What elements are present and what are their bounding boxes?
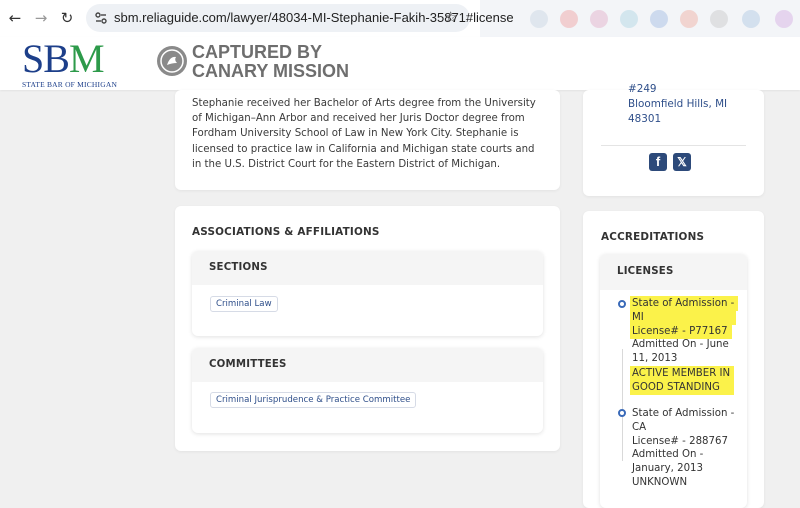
sections-title: SECTIONS bbox=[192, 251, 543, 285]
admitted-on: Admitted On - June bbox=[632, 339, 729, 351]
canary-mission-watermark-icon bbox=[157, 46, 187, 76]
extension-icon[interactable] bbox=[560, 10, 578, 28]
timeline-dot bbox=[618, 409, 626, 417]
associations-card: ASSOCIATIONS & AFFILIATIONS SECTIONS Cri… bbox=[175, 206, 560, 451]
committees-card: COMMITTEES Criminal Jurisprudence & Prac… bbox=[192, 348, 543, 433]
canary-mission-watermark: CAPTURED BY CANARY MISSION bbox=[192, 42, 350, 81]
logo-subtitle: STATE BAR OF MICHIGAN bbox=[22, 80, 118, 89]
forward-button[interactable]: → bbox=[32, 9, 50, 27]
extension-icon[interactable] bbox=[775, 10, 793, 28]
x-twitter-icon[interactable]: 𝕏 bbox=[673, 153, 691, 171]
address: #249 Bloomfield Hills, MI 48301 bbox=[628, 83, 728, 125]
licenses-card: LICENSES State of Admission - MI License… bbox=[600, 254, 747, 508]
facebook-icon[interactable]: f bbox=[649, 153, 667, 171]
toolbar-extensions-area bbox=[480, 0, 800, 37]
bio-text: Stephanie received her Bachelor of Arts … bbox=[192, 98, 536, 170]
license-status-2: GOOD STANDING bbox=[630, 379, 734, 395]
logo-m: M bbox=[68, 36, 105, 81]
browser-toolbar: ← → ↻ sbm.reliaguide.com/lawyer/48034-MI… bbox=[0, 0, 800, 37]
committee-tag[interactable]: Criminal Jurisprudence & Practice Commit… bbox=[210, 392, 417, 408]
license-ca: State of Admission - CA License# - 28876… bbox=[632, 407, 734, 490]
licenses-title: LICENSES bbox=[600, 254, 747, 290]
extension-icon[interactable] bbox=[620, 10, 638, 28]
extension-icon[interactable] bbox=[680, 10, 698, 28]
extension-icon[interactable] bbox=[590, 10, 608, 28]
reload-button[interactable]: ↻ bbox=[58, 9, 76, 27]
committees-title: COMMITTEES bbox=[192, 348, 543, 382]
site-settings-icon[interactable] bbox=[94, 11, 108, 25]
extension-icon[interactable] bbox=[530, 10, 548, 28]
extension-icon[interactable] bbox=[742, 10, 760, 28]
license-status: ACTIVE MEMBER IN bbox=[630, 365, 735, 381]
admitted-date: 11, 2013 bbox=[632, 353, 678, 365]
accreditations-title: ACCREDITATIONS bbox=[601, 231, 705, 243]
license-number: License# - 288767 bbox=[632, 435, 728, 447]
license-status: UNKNOWN bbox=[632, 476, 688, 488]
accreditations-card: ACCREDITATIONS LICENSES State of Admissi… bbox=[583, 211, 764, 508]
back-button[interactable]: ← bbox=[6, 9, 24, 27]
sbm-logo[interactable]: SBM STATE BAR OF MICHIGAN bbox=[22, 39, 118, 90]
section-tag-criminal-law[interactable]: Criminal Law bbox=[210, 296, 278, 312]
timeline-line bbox=[622, 349, 623, 461]
timeline-dot bbox=[618, 300, 626, 308]
sections-card: SECTIONS Criminal Law bbox=[192, 251, 543, 336]
license-state: State of Admission - bbox=[630, 296, 739, 311]
extension-icon[interactable] bbox=[650, 10, 668, 28]
bookmark-star-icon[interactable]: ☆ bbox=[444, 8, 457, 26]
bio-card: Stephanie received her Bachelor of Arts … bbox=[175, 90, 560, 190]
license-state-code: MI bbox=[630, 309, 736, 325]
license-number: License# - P77167 bbox=[630, 323, 732, 339]
associations-title: ASSOCIATIONS & AFFILIATIONS bbox=[192, 226, 380, 238]
admitted-on: Admitted On - bbox=[632, 449, 704, 461]
license-mi: State of Admission - MI License# - P7716… bbox=[630, 296, 739, 395]
contact-card: #249 Bloomfield Hills, MI 48301 f 𝕏 bbox=[583, 83, 764, 196]
admitted-date: January, 2013 bbox=[632, 463, 704, 475]
license-state-code: CA bbox=[632, 421, 647, 433]
divider bbox=[601, 145, 746, 146]
extension-icon[interactable] bbox=[710, 10, 728, 28]
address-bar[interactable]: sbm.reliaguide.com/lawyer/48034-MI-Steph… bbox=[86, 4, 514, 32]
logo-sb: SB bbox=[22, 36, 70, 81]
license-state: State of Admission - bbox=[632, 408, 735, 419]
